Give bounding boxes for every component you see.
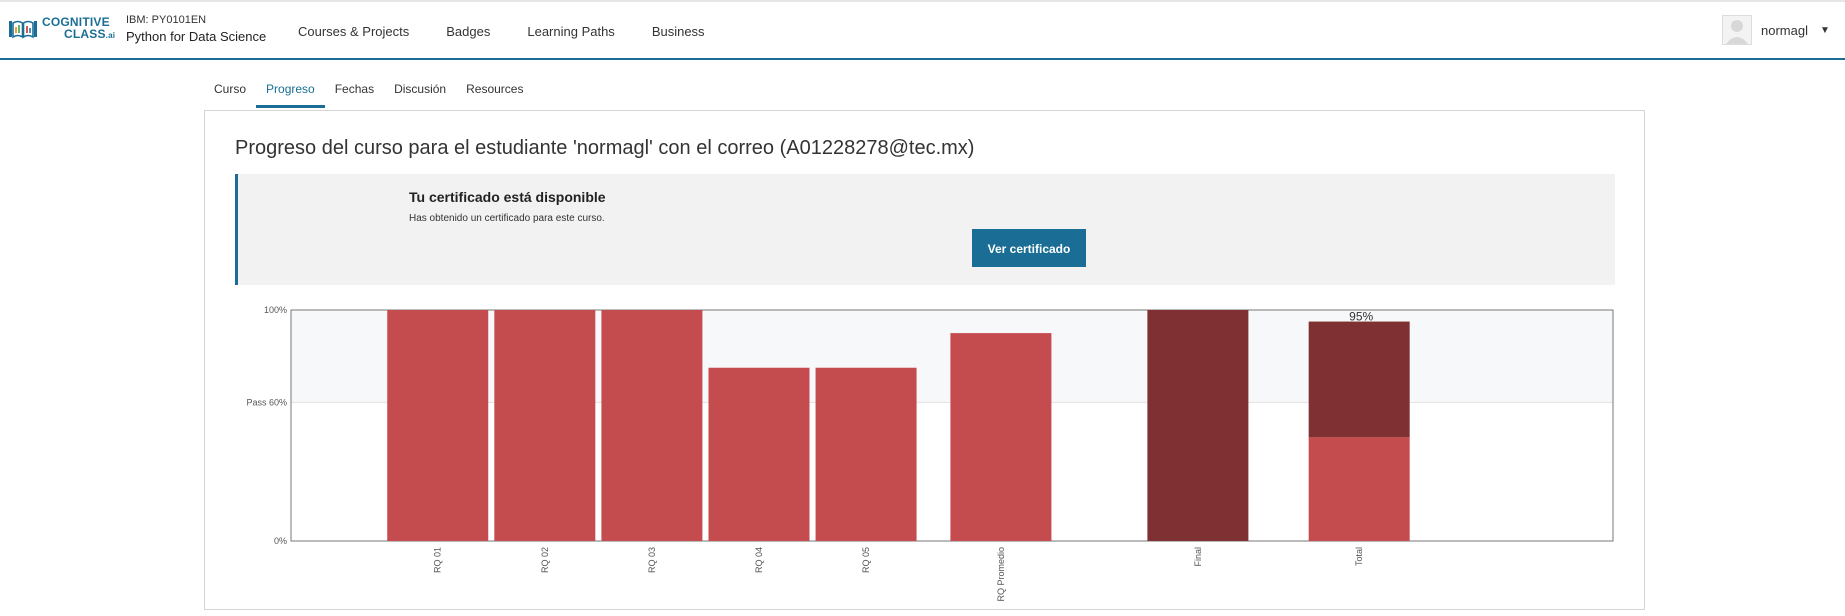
x-tick-label: RQ Promedio	[996, 547, 1006, 602]
data-label: 95%	[1349, 310, 1373, 324]
tab-resources[interactable]: Resources	[456, 78, 533, 104]
logo-wordmark: COGNITIVE CLASS.ai	[42, 15, 116, 41]
y-tick-label: 100%	[264, 305, 287, 315]
caret-down-icon: ▼	[1819, 24, 1830, 36]
x-tick-label: RQ 01	[433, 547, 443, 573]
bar	[387, 310, 489, 541]
view-certificate-button[interactable]: Ver certificado	[972, 229, 1086, 267]
x-tick-label: Total	[1354, 547, 1364, 566]
nav-business[interactable]: Business	[652, 24, 705, 39]
page-title: Progreso del curso para el estudiante 'n…	[235, 137, 975, 159]
bar	[494, 310, 596, 541]
user-avatar-icon	[1722, 15, 1752, 45]
site-header: COGNITIVE CLASS.ai IBM: PY0101EN Python …	[0, 2, 1845, 60]
nav-courses-projects[interactable]: Courses & Projects	[298, 24, 409, 39]
bar-total-final	[1308, 321, 1410, 438]
y-tick-label: 0%	[274, 536, 287, 546]
tab-fechas[interactable]: Fechas	[325, 78, 384, 104]
y-tick-label: Pass 60%	[246, 397, 287, 407]
certificate-title: Tu certificado está disponible	[409, 189, 606, 205]
course-name: Python for Data Science	[126, 29, 267, 44]
book-logo-icon	[9, 20, 37, 39]
course-id: IBM: PY0101EN	[126, 14, 207, 26]
x-tick-label: Final	[1193, 547, 1203, 567]
bar	[815, 367, 917, 541]
certificate-banner: Tu certificado está disponible Has obten…	[235, 174, 1615, 285]
progress-chart: 0% Pass 60% 100% RQ 01 RQ 02 RQ 03 RQ 04 RQ 05 R…	[205, 291, 1646, 611]
x-tick-label: RQ 04	[754, 547, 764, 573]
progress-chart-svg: 0% Pass 60% 100% RQ 01 RQ 02 RQ 03 RQ 04 RQ 05 R…	[246, 305, 1614, 602]
progress-card: Progreso del curso para el estudiante 'n…	[204, 110, 1645, 610]
bar-total-rq	[1308, 437, 1410, 541]
cognitive-class-logo[interactable]: COGNITIVE CLASS.ai	[8, 16, 115, 42]
tab-curso[interactable]: Curso	[204, 78, 256, 104]
tab-discusion[interactable]: Discusión	[384, 78, 456, 104]
bar	[601, 310, 703, 541]
bar	[708, 367, 810, 541]
bar	[1147, 310, 1249, 541]
x-tick-label: RQ 02	[540, 547, 550, 573]
username: normagl	[1761, 22, 1808, 38]
x-tick-label: RQ 03	[647, 547, 657, 573]
main-nav: Courses & Projects Badges Learning Paths…	[298, 24, 742, 39]
course-tabs: Curso Progreso Fechas Discusión Resource…	[204, 78, 533, 108]
nav-learning-paths[interactable]: Learning Paths	[527, 24, 614, 39]
tab-progreso[interactable]: Progreso	[256, 78, 325, 108]
user-menu[interactable]: normagl ▼	[1722, 15, 1830, 45]
certificate-text: Has obtenido un certificado para este cu…	[409, 213, 605, 224]
x-tick-label: RQ 05	[861, 547, 871, 573]
bar	[950, 333, 1052, 541]
nav-badges[interactable]: Badges	[446, 24, 490, 39]
